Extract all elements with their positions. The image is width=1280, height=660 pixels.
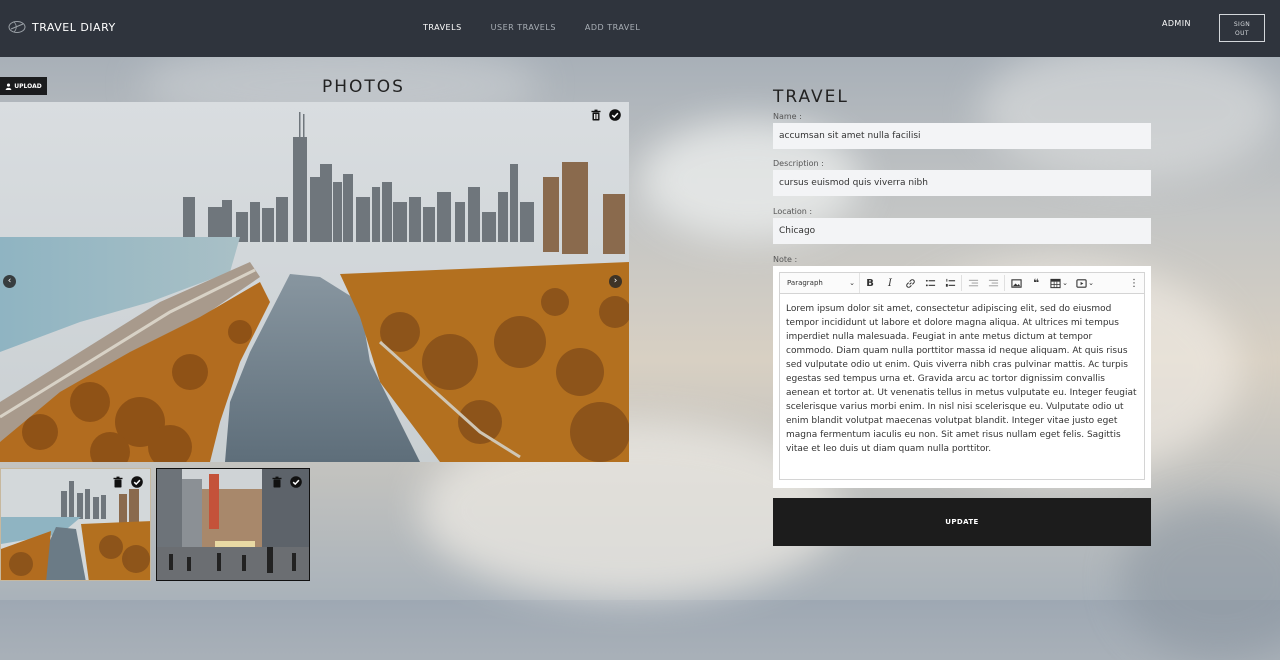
check-circle-icon[interactable]	[609, 109, 621, 121]
brand-logo[interactable]: TRAVEL DIARY	[8, 20, 116, 34]
sign-out-button[interactable]: SIGN OUT	[1219, 14, 1265, 42]
note-label: Note :	[773, 255, 798, 264]
nav-add-travel[interactable]: ADD TRAVEL	[585, 23, 640, 32]
name-field[interactable]: accumsan sit amet nulla facilisi	[773, 123, 1151, 149]
blockquote-icon[interactable]: ❝	[1026, 273, 1046, 293]
photos-heading: PHOTOS	[322, 77, 405, 97]
brand-name: TRAVEL DIARY	[32, 20, 116, 34]
editor-toolbar: Paragraph ⌄ B I ❝ ⌄ ⌄ ⋮	[779, 272, 1145, 294]
background-cloud	[980, 40, 1280, 180]
check-circle-icon[interactable]	[131, 476, 143, 488]
trash-icon[interactable]	[112, 476, 124, 488]
update-button[interactable]: UPDATE	[773, 498, 1151, 546]
upload-label: UPLOAD	[14, 82, 42, 90]
name-label: Name :	[773, 112, 802, 121]
media-icon[interactable]: ⌄	[1072, 273, 1098, 293]
current-user[interactable]: ADMIN	[1162, 19, 1191, 28]
user-icon	[5, 83, 12, 90]
numbered-list-icon[interactable]	[940, 273, 960, 293]
note-text-area[interactable]: Lorem ipsum dolor sit amet, consectetur …	[779, 294, 1145, 480]
photo-thumbnail[interactable]	[0, 468, 151, 581]
chicago-river-photo	[0, 102, 629, 462]
table-icon[interactable]: ⌄	[1046, 273, 1072, 293]
main-photo-carousel: ‹ ›	[0, 102, 629, 462]
outdent-icon[interactable]	[963, 273, 983, 293]
globe-plane-icon	[8, 21, 26, 33]
location-field[interactable]: Chicago	[773, 218, 1151, 244]
main-nav: TRAVELS USER TRAVELS ADD TRAVEL	[423, 23, 640, 32]
paragraph-select-value: Paragraph	[787, 279, 823, 287]
top-navbar: TRAVEL DIARY TRAVELS USER TRAVELS ADD TR…	[0, 0, 1280, 57]
bulleted-list-icon[interactable]	[920, 273, 940, 293]
italic-icon[interactable]: I	[880, 273, 900, 293]
chicago-skyline-thumbnail	[1, 469, 150, 580]
arrow-right-icon[interactable]: ›	[609, 275, 622, 288]
nav-travels[interactable]: TRAVELS	[423, 23, 462, 32]
toolbar-divider	[1004, 275, 1005, 291]
bold-icon[interactable]: B	[860, 273, 880, 293]
location-label: Location :	[773, 207, 813, 216]
photo-thumbnail[interactable]	[156, 468, 310, 581]
more-icon[interactable]: ⋮	[1124, 273, 1144, 293]
description-label: Description :	[773, 159, 824, 168]
upload-button[interactable]: UPLOAD	[0, 77, 47, 95]
nav-user-travels[interactable]: USER TRAVELS	[491, 23, 556, 32]
image-icon[interactable]	[1006, 273, 1026, 293]
note-editor: Paragraph ⌄ B I ❝ ⌄ ⌄ ⋮ Lorem ipsum dolo…	[773, 266, 1151, 488]
chicago-theater-thumbnail	[157, 469, 309, 580]
trash-icon[interactable]	[590, 109, 602, 121]
link-icon[interactable]	[900, 273, 920, 293]
trash-icon[interactable]	[271, 476, 283, 488]
travel-heading: TRAVEL	[773, 87, 849, 107]
indent-icon[interactable]	[983, 273, 1003, 293]
chevron-down-icon: ⌄	[849, 279, 855, 287]
paragraph-select[interactable]: Paragraph ⌄	[780, 273, 860, 293]
arrow-left-icon[interactable]: ‹	[3, 275, 16, 288]
description-field[interactable]: cursus euismod quis viverra nibh	[773, 170, 1151, 196]
toolbar-divider	[961, 275, 962, 291]
check-circle-icon[interactable]	[290, 476, 302, 488]
